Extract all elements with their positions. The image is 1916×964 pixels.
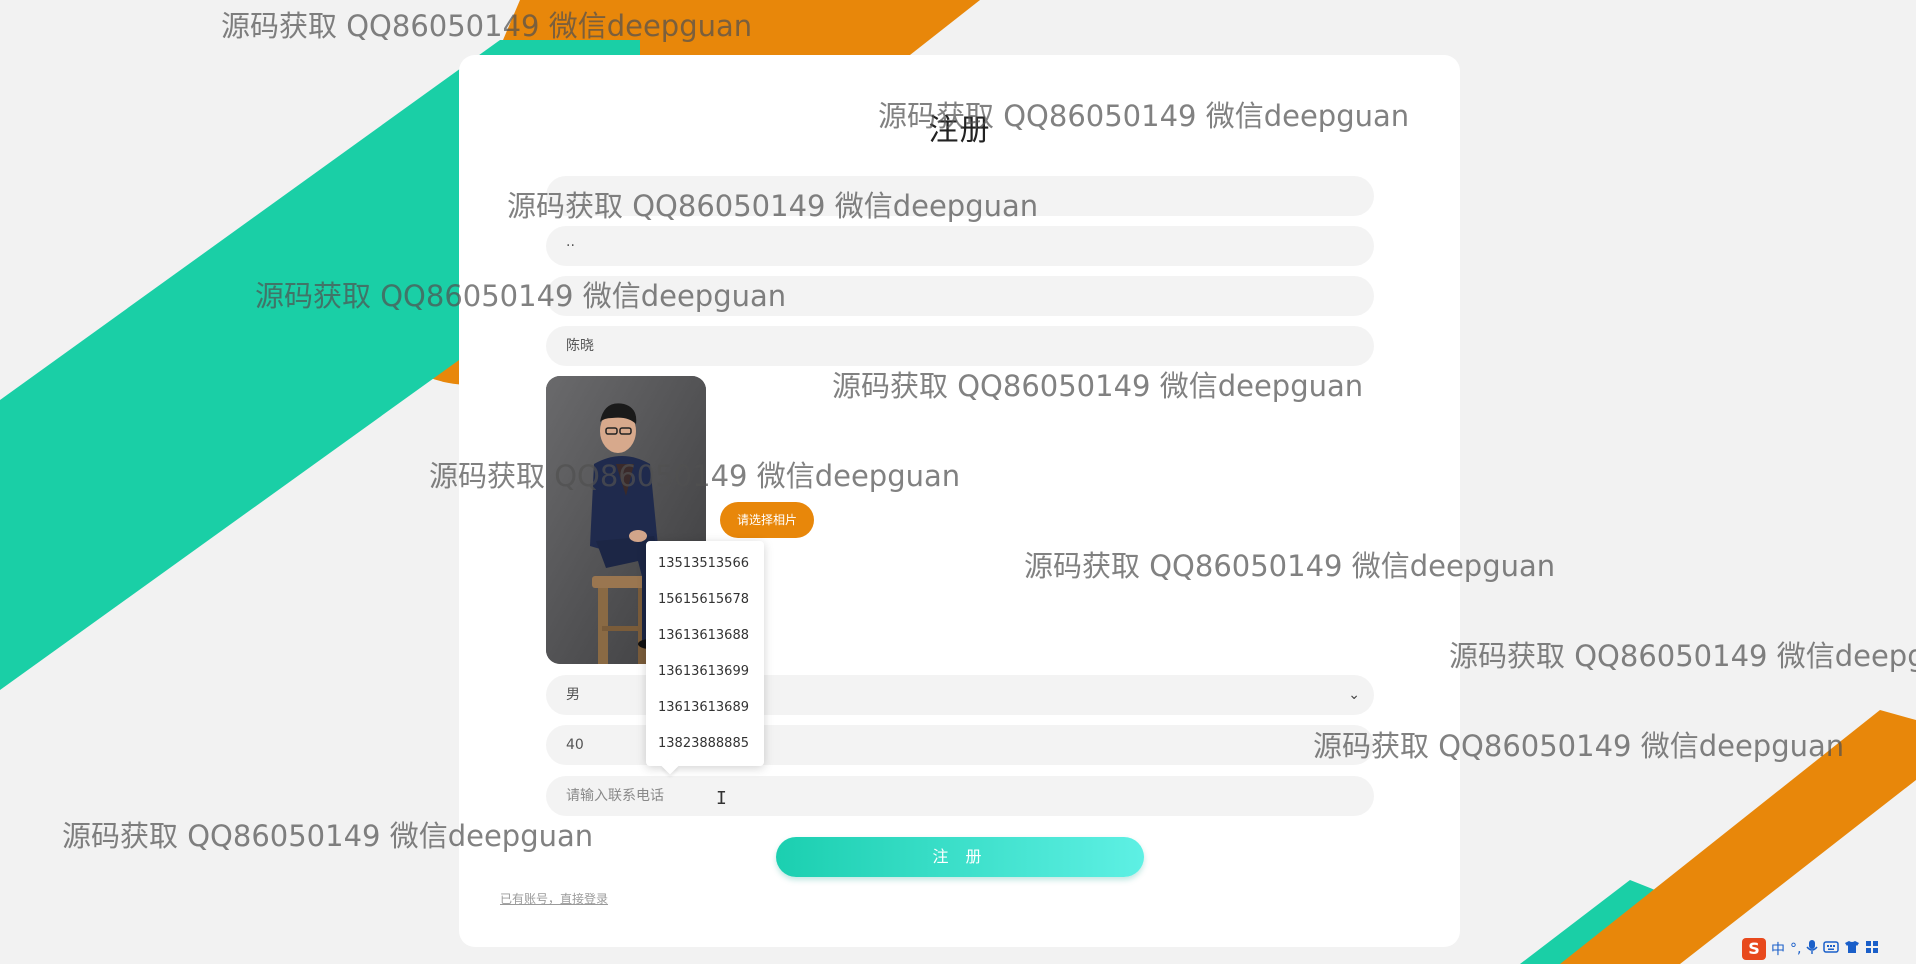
autocomplete-item[interactable]: 13613613699 — [646, 654, 764, 690]
ime-punctuation[interactable]: °, — [1790, 941, 1801, 957]
microphone-icon[interactable] — [1806, 939, 1819, 959]
page-title: 注册 — [928, 113, 991, 148]
phone-input[interactable] — [566, 776, 1354, 816]
name-field[interactable]: 陈晓 — [546, 326, 1374, 366]
autocomplete-item[interactable]: 13823888885 — [646, 726, 764, 762]
account-input[interactable] — [566, 176, 1354, 216]
phone-field[interactable] — [546, 776, 1374, 816]
autocomplete-item[interactable]: 15615615678 — [646, 582, 764, 618]
keyboard-icon[interactable] — [1823, 940, 1840, 958]
skin-shirt-icon[interactable] — [1844, 940, 1860, 958]
register-card: 注册 ·· 陈晓 请选择相片 男 ⌄ 40 请输入联系电话 注 册 已有账号，直… — [459, 55, 1460, 947]
autocomplete-dropdown: 13513513566 15615615678 13613613688 1361… — [646, 541, 764, 775]
password-field[interactable]: ·· — [546, 226, 1374, 266]
ime-language[interactable]: 中 — [1771, 939, 1785, 959]
name-value: 陈晓 — [566, 338, 594, 354]
chevron-down-icon[interactable]: ⌄ — [1348, 675, 1360, 715]
confirm-password-input[interactable] — [566, 276, 1354, 316]
orange-stripe-bottom-right — [1560, 710, 1916, 964]
login-link[interactable]: 已有账号，直接登录 — [500, 890, 608, 907]
toolbox-grid-icon[interactable] — [1865, 940, 1879, 958]
choose-photo-button[interactable]: 请选择相片 — [720, 502, 814, 538]
age-value: 40 — [566, 737, 584, 753]
ime-toolbar[interactable]: S 中 °, — [1742, 938, 1879, 960]
confirm-password-field[interactable] — [546, 276, 1374, 316]
ime-logo-icon[interactable]: S — [1742, 938, 1766, 960]
register-button[interactable]: 注 册 — [776, 837, 1144, 877]
autocomplete-item[interactable]: 13613613688 — [646, 618, 764, 654]
autocomplete-item[interactable]: 13513513566 — [646, 546, 764, 582]
account-field[interactable] — [546, 176, 1374, 216]
text-cursor-icon: I — [716, 788, 727, 809]
gender-value: 男 — [566, 687, 580, 703]
password-masked-value: ·· — [566, 238, 575, 254]
autocomplete-item[interactable]: 13613613689 — [646, 690, 764, 726]
